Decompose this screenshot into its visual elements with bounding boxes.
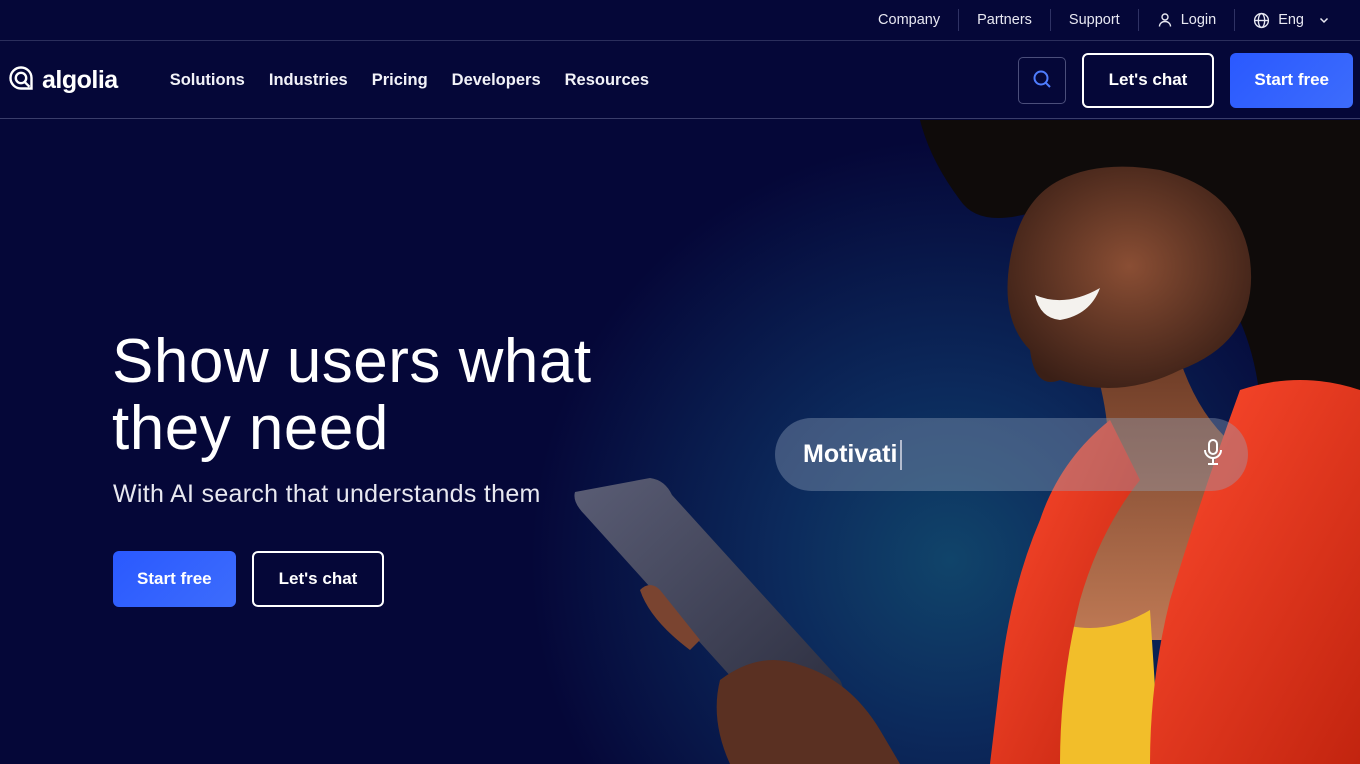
nav-item-solutions[interactable]: Solutions	[170, 71, 245, 90]
main-navbar: algolia Solutions Industries Pricing Dev…	[0, 42, 1360, 119]
utility-link-partners[interactable]: Partners	[958, 9, 1050, 31]
search-icon	[1032, 69, 1052, 92]
utility-link-login[interactable]: Login	[1137, 9, 1234, 31]
algolia-logo-icon	[8, 65, 34, 96]
hero-subtitle: With AI search that understands them	[113, 480, 541, 508]
algolia-logo-text: algolia	[42, 65, 118, 94]
nav-item-pricing[interactable]: Pricing	[372, 71, 428, 90]
utility-link-label: Company	[878, 12, 941, 28]
hero-title-line: they need	[112, 394, 389, 463]
demo-search-bar: Motivati	[775, 418, 1248, 491]
primary-nav: Solutions Industries Pricing Developers …	[170, 71, 649, 90]
hero-title: Show users what they need	[112, 328, 592, 462]
search-button[interactable]	[1017, 56, 1066, 104]
utility-link-company[interactable]: Company	[860, 9, 958, 31]
globe-icon	[1253, 12, 1270, 29]
utility-bar: Company Partners Support Login Eng	[0, 0, 1360, 41]
language-selector[interactable]: Eng	[1234, 9, 1348, 31]
hero-lets-chat-button[interactable]: Let's chat	[251, 551, 385, 607]
hero-section: Show users what they need With AI search…	[0, 120, 1360, 764]
hero-cta-group: Start free Let's chat	[113, 551, 385, 607]
user-icon	[1157, 12, 1173, 28]
hero-title-line: Show users what	[112, 327, 592, 396]
face-shape	[1007, 166, 1252, 388]
utility-link-label: Partners	[977, 12, 1032, 28]
algolia-logo[interactable]: algolia	[8, 65, 118, 96]
nav-item-developers[interactable]: Developers	[452, 71, 541, 90]
hero-start-free-button[interactable]: Start free	[113, 551, 236, 607]
utility-link-support[interactable]: Support	[1049, 9, 1138, 31]
nav-actions: Let's chat Start free	[1017, 52, 1353, 108]
start-free-button[interactable]: Start free	[1230, 52, 1353, 108]
nav-item-industries[interactable]: Industries	[269, 71, 348, 90]
language-label: Eng	[1278, 12, 1304, 28]
utility-link-label: Support	[1068, 12, 1120, 28]
text-caret	[900, 439, 903, 470]
hand-shape	[716, 660, 900, 764]
utility-link-label: Login	[1180, 12, 1217, 28]
microphone-icon	[1202, 438, 1224, 471]
lets-chat-button[interactable]: Let's chat	[1081, 52, 1215, 108]
nav-item-resources[interactable]: Resources	[565, 71, 649, 90]
chevron-down-icon	[1318, 14, 1330, 26]
demo-search-query: Motivati	[803, 440, 898, 468]
